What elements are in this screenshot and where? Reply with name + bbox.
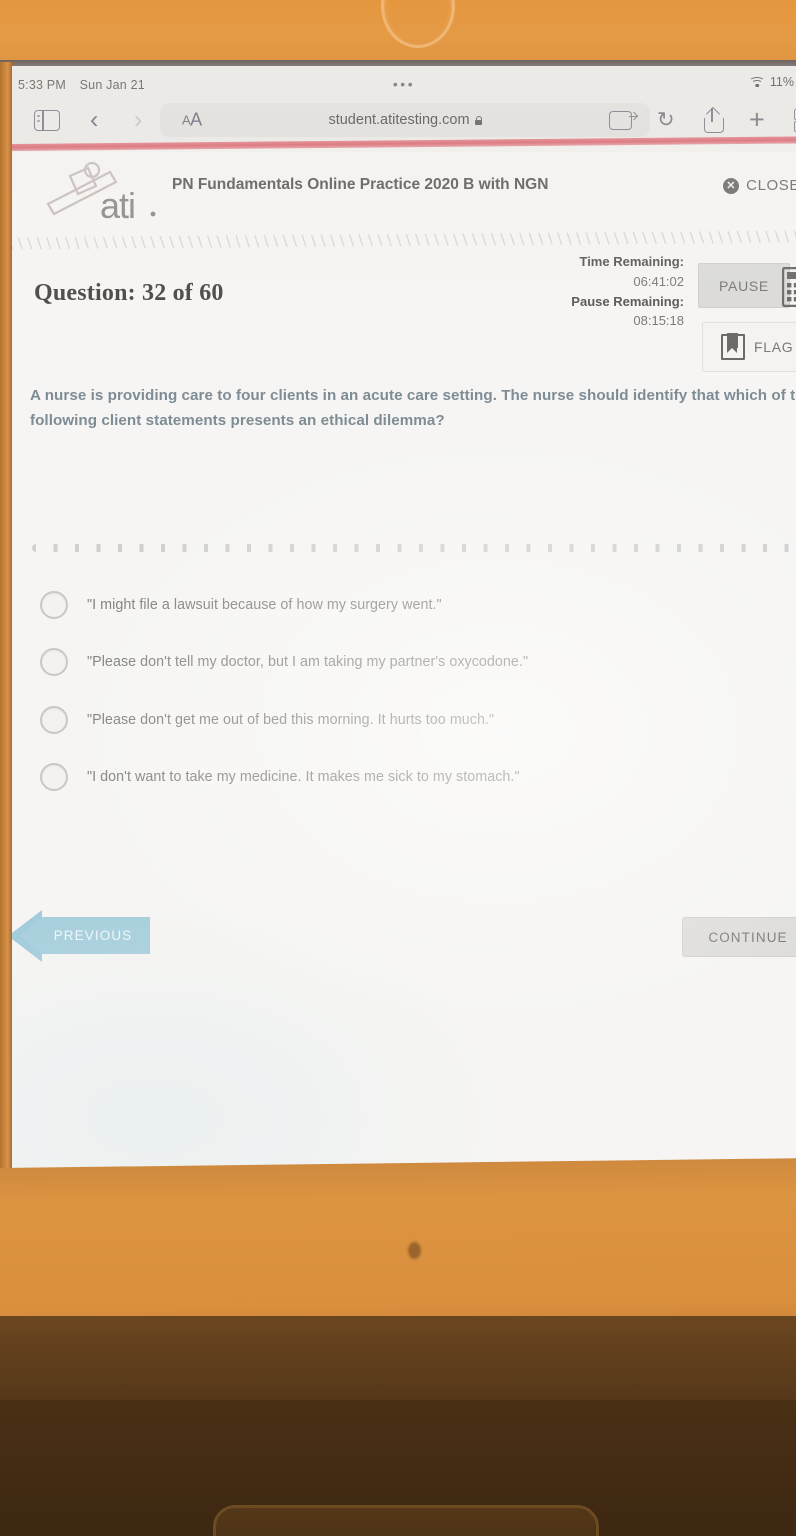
lock-icon [474, 116, 483, 125]
wifi-icon [749, 76, 766, 88]
ios-status-bar: 5:33 PM Sun Jan 21 ••• 11% [12, 66, 796, 96]
radio-button[interactable] [40, 590, 68, 619]
chevron-left-icon[interactable]: ‹ [90, 107, 98, 133]
answer-option-label: "I might file a lawsuit because of how m… [87, 596, 442, 613]
timer-block: Time Remaining: 06:41:02 Pause Remaining… [571, 252, 684, 331]
dotted-divider [32, 544, 796, 552]
continue-button[interactable]: CONTINUE [682, 917, 796, 957]
chevron-right-icon[interactable]: › [134, 107, 142, 133]
flag-button[interactable]: FLAG [702, 322, 796, 372]
address-bar[interactable]: student.atitesting.com [160, 103, 650, 137]
sidebar-icon[interactable] [34, 109, 60, 131]
answer-option[interactable]: "Please don't tell my doctor, but I am t… [40, 634, 740, 692]
address-bar-text: student.atitesting.com [160, 112, 650, 128]
question-counter: Question: 32 of 60 [34, 280, 224, 306]
calculator-icon [782, 267, 796, 307]
svg-text:ati: ati [100, 185, 135, 226]
url-text: student.atitesting.com [328, 112, 470, 128]
close-label: CLOSE [746, 177, 796, 194]
answer-option[interactable]: "I don't want to take my medicine. It ma… [40, 749, 740, 807]
desk-tray-edge [213, 1505, 599, 1536]
close-exam-button[interactable]: ✕ CLOSE [723, 177, 796, 194]
pause-remaining-label: Pause Remaining: [571, 293, 684, 309]
pause-remaining-value: 08:15:18 [633, 313, 684, 329]
time-remaining-value: 06:41:02 [633, 273, 684, 289]
time-remaining-label: Time Remaining: [579, 254, 684, 269]
reader-view-icon[interactable] [608, 110, 637, 130]
desk-hole-mark [408, 1242, 421, 1259]
share-icon[interactable] [704, 106, 726, 133]
radio-button[interactable] [40, 705, 68, 734]
radio-button[interactable] [40, 763, 68, 792]
battery-percent: 11% [769, 75, 794, 89]
status-bar-right: 11% [749, 75, 794, 89]
ati-logo: ati [40, 158, 160, 230]
ati-exam-page: ati PN Fundamentals Online Practice 2020… [12, 152, 796, 1174]
multitask-dots[interactable]: ••• [12, 77, 796, 91]
answer-option[interactable]: "Please don't get me out of bed this mor… [40, 691, 740, 749]
desk-ring-mark [381, 0, 455, 48]
reload-icon[interactable]: ↻ [657, 108, 675, 133]
previous-button[interactable]: PREVIOUS [20, 917, 150, 954]
exam-title: PN Fundamentals Online Practice 2020 B w… [172, 176, 549, 193]
answer-option-label: "Please don't tell my doctor, but I am t… [87, 654, 529, 671]
answer-options-list: "I might file a lawsuit because of how m… [40, 576, 740, 806]
question-text: A nurse is providing care to four client… [30, 387, 796, 429]
exam-header: ati PN Fundamentals Online Practice 2020… [12, 152, 796, 236]
plus-icon[interactable]: + [749, 105, 765, 136]
flag-bookmark-icon [721, 333, 745, 360]
text-size-button[interactable]: AA [182, 110, 202, 131]
desk-surface-top [0, 0, 796, 68]
answer-option[interactable]: "I might file a lawsuit because of how m… [40, 576, 740, 634]
answer-option-label: "Please don't get me out of bed this mor… [87, 711, 495, 728]
answer-option-label: "I don't want to take my medicine. It ma… [87, 769, 520, 786]
tablet-screen: 5:33 PM Sun Jan 21 ••• 11% ‹ › student.a… [12, 66, 796, 1174]
radio-button[interactable] [40, 648, 68, 677]
photo-scene: 5:33 PM Sun Jan 21 ••• 11% ‹ › student.a… [0, 0, 796, 1536]
flag-label: FLAG [754, 339, 794, 355]
calculator-button[interactable] [774, 263, 796, 311]
close-circle-icon: ✕ [723, 177, 740, 194]
